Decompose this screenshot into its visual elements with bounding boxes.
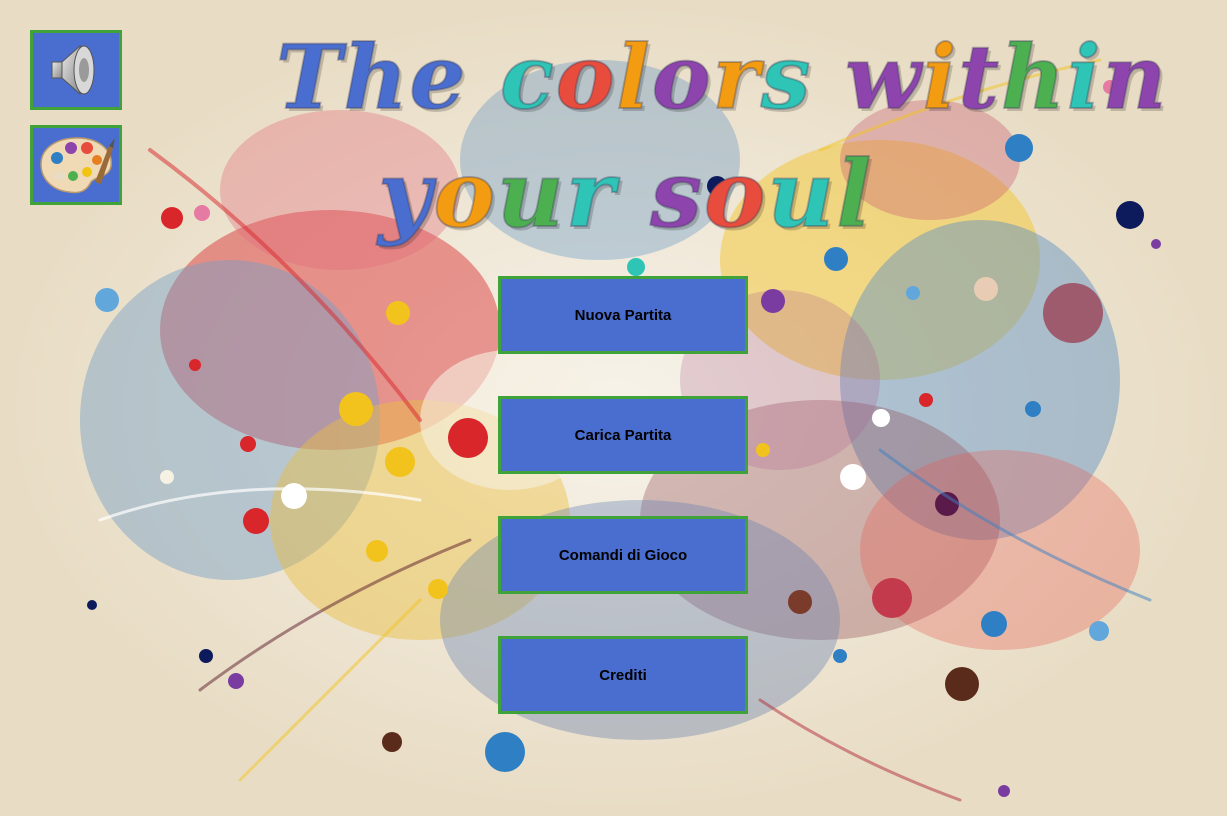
- controls-button[interactable]: Comandi di Gioco: [498, 516, 748, 594]
- load-game-button[interactable]: Carica Partita: [498, 396, 748, 474]
- color-palette-button[interactable]: [30, 125, 122, 205]
- credits-button[interactable]: Crediti: [498, 636, 748, 714]
- new-game-label: Nuova Partita: [574, 306, 672, 324]
- palette-icon: [40, 137, 115, 194]
- speaker-icon: [51, 44, 95, 96]
- load-game-label: Carica Partita: [574, 426, 672, 444]
- sound-toggle-button[interactable]: [30, 30, 122, 110]
- controls-label: Comandi di Gioco: [558, 546, 688, 564]
- credits-label: Crediti: [599, 666, 647, 684]
- new-game-button[interactable]: Nuova Partita: [498, 276, 748, 354]
